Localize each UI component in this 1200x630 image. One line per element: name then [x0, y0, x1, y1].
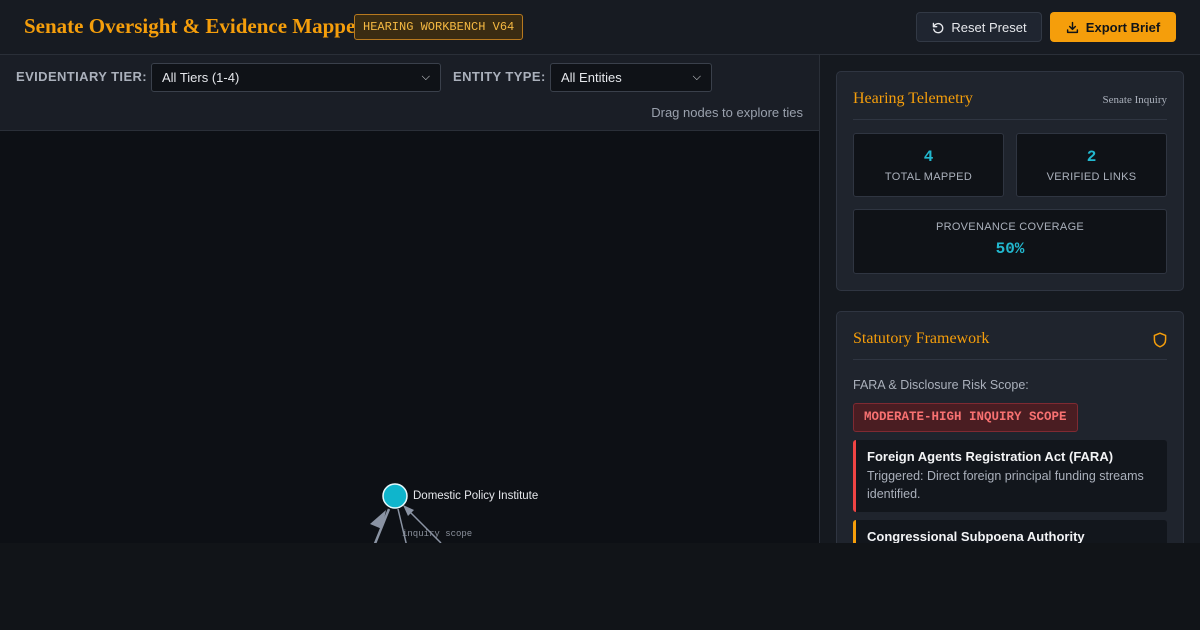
total-mapped-label: TOTAL MAPPED	[884, 171, 973, 183]
evidentiary-tier-value: All Tiers (1-4)	[162, 70, 240, 85]
card-header: Hearing Telemetry Senate Inquiry	[853, 72, 1167, 120]
edge-label: inquiry scope	[402, 529, 473, 539]
provenance-coverage-label: PROVENANCE COVERAGE	[935, 221, 1085, 233]
verified-links-stat: 2 VERIFIED LINKS	[1016, 133, 1167, 197]
drag-hint: Drag nodes to explore ties	[651, 105, 803, 120]
statute-item[interactable]: Foreign Agents Registration Act (FARA) T…	[853, 440, 1167, 512]
entity-type-value: All Entities	[561, 70, 622, 85]
provenance-coverage-stat: PROVENANCE COVERAGE 50%	[853, 209, 1167, 274]
entity-type-select[interactable]: All Entities ⌵	[550, 63, 712, 92]
statute-description: Triggered: Direct foreign principal fund…	[867, 469, 1144, 501]
risk-scope-label: FARA & Disclosure Risk Scope:	[853, 378, 1029, 392]
risk-scope-badge: MODERATE-HIGH INQUIRY SCOPE	[853, 403, 1078, 432]
edge-arrowhead	[370, 510, 386, 529]
network-graph[interactable]: Domestic Policy Institute inquiry scope	[0, 131, 819, 543]
export-brief-button[interactable]: Export Brief	[1050, 12, 1176, 42]
total-mapped-value: 4	[923, 148, 934, 166]
download-icon	[1066, 21, 1079, 34]
card-title: Hearing Telemetry	[853, 90, 973, 107]
statute-item[interactable]: Congressional Subpoena Authority	[853, 520, 1167, 543]
senate-inquiry-tag: Senate Inquiry	[1102, 94, 1167, 106]
shield-icon	[1153, 332, 1167, 353]
app-title: Senate Oversight & Evidence Mapper	[24, 14, 365, 38]
total-mapped-stat: 4 TOTAL MAPPED	[853, 133, 1004, 197]
filter-bar: EVIDENTIARY TIER: All Tiers (1-4) ⌵ ENTI…	[0, 55, 819, 131]
verified-links-value: 2	[1086, 148, 1097, 166]
statutory-framework-card: Statutory Framework FARA & Disclosure Ri…	[836, 311, 1184, 543]
app-window: Senate Oversight & Evidence Mapper HEARI…	[0, 0, 1200, 543]
top-bar: Senate Oversight & Evidence Mapper HEARI…	[0, 0, 1200, 55]
export-brief-label: Export Brief	[1085, 19, 1161, 35]
evidentiary-tier-select[interactable]: All Tiers (1-4) ⌵	[151, 63, 441, 92]
chevron-down-icon: ⌵	[692, 71, 701, 83]
statute-name: Congressional Subpoena Authority	[867, 529, 1085, 543]
hearing-telemetry-card: Hearing Telemetry Senate Inquiry 4 TOTAL…	[836, 71, 1184, 291]
provenance-coverage-value: 50%	[995, 240, 1025, 258]
evidence-map-pane: EVIDENTIARY TIER: All Tiers (1-4) ⌵ ENTI…	[0, 55, 820, 543]
card-header: Statutory Framework	[853, 312, 1167, 360]
workbench-version-badge: HEARING WORKBENCH V64	[354, 14, 524, 40]
reset-icon	[931, 21, 944, 34]
entity-type-label: ENTITY TYPE:	[453, 69, 546, 84]
reset-preset-button[interactable]: Reset Preset	[916, 12, 1042, 42]
node-label: Domestic Policy Institute	[413, 490, 539, 502]
right-sidebar: Hearing Telemetry Senate Inquiry 4 TOTAL…	[820, 55, 1200, 543]
card-title: Statutory Framework	[853, 330, 990, 347]
graph-canvas	[370, 483, 442, 543]
statute-name: Foreign Agents Registration Act (FARA)	[867, 449, 1114, 464]
chevron-down-icon: ⌵	[421, 71, 430, 83]
reset-preset-label: Reset Preset	[951, 19, 1027, 35]
evidentiary-tier-label: EVIDENTIARY TIER:	[16, 69, 148, 84]
node-domestic-policy-institute[interactable]	[382, 483, 408, 509]
verified-links-label: VERIFIED LINKS	[1046, 171, 1137, 183]
